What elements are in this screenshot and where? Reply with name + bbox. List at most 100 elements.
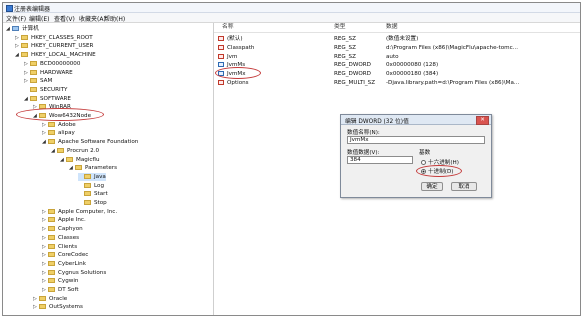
value-data-input[interactable]: 384 <box>347 156 413 164</box>
menu-help[interactable]: 帮助(H) <box>104 14 125 23</box>
tree-node[interactable]: ▷ Apple Inc. <box>42 216 86 224</box>
menu-favorites[interactable]: 收藏夹(A) <box>79 14 106 23</box>
tree-node[interactable]: ▷ CyberLink <box>42 260 86 268</box>
tree-node-label: HKEY_CLASSES_ROOT <box>31 34 93 41</box>
value-row-name[interactable]: Options <box>218 79 249 87</box>
value-row-name[interactable]: (默认) <box>218 35 243 43</box>
tree-node-label: Log <box>94 182 104 189</box>
tree-node[interactable]: ▷ HKEY_CLASSES_ROOT <box>15 34 93 42</box>
folder-icon <box>21 34 28 40</box>
binary-value-icon <box>218 62 224 68</box>
tree-node[interactable]: ◢ SOFTWARE <box>24 95 71 103</box>
folder-icon <box>48 252 55 258</box>
hex-radio-button[interactable] <box>421 160 426 165</box>
column-name-header[interactable]: 名称 <box>222 23 234 32</box>
close-icon[interactable]: ✕ <box>476 116 489 125</box>
tree-node-label: 计算机 <box>22 26 39 32</box>
column-type-header[interactable]: 类型 <box>334 23 346 32</box>
tree-node[interactable]: ◢ Apache Software Foundation <box>42 138 138 146</box>
folder-icon <box>75 165 82 171</box>
folder-icon <box>30 95 37 101</box>
tree-node[interactable]: ▷ Adobe <box>42 121 76 129</box>
menu-file[interactable]: 文件(F) <box>6 14 26 23</box>
tree-node[interactable]: ▷ Oracle <box>33 295 67 303</box>
menu-view[interactable]: 查看(V) <box>54 14 75 23</box>
value-type: REG_DWORD <box>334 62 371 69</box>
value-data: 0x00000080 (128) <box>386 62 439 69</box>
tree-node[interactable]: Start <box>78 190 108 198</box>
tree-node[interactable]: ◢ 计算机 <box>6 25 39 33</box>
tree-node-label: Oracle <box>49 295 68 302</box>
tree-node[interactable]: ▷ Apple Computer, Inc. <box>42 208 117 216</box>
value-type: REG_SZ <box>334 53 356 60</box>
tree-node[interactable]: ▷ BCD00000000 <box>24 60 80 68</box>
tree-node[interactable]: ▷ HARDWARE <box>24 69 73 77</box>
cancel-button[interactable]: 取消 <box>451 182 477 191</box>
registry-tree[interactable]: ◢ 计算机 ▷ HKEY_CLASSES_ROOT ▷ HKEY_CURRENT_USER… <box>3 23 214 315</box>
tree-node[interactable]: Java <box>78 172 106 181</box>
tree-node[interactable]: ◢ HKEY_LOCAL_MACHINE <box>15 51 96 59</box>
value-name: Options <box>227 80 249 86</box>
tree-node[interactable]: ◢ Procrun 2.0 <box>51 147 99 155</box>
folder-icon <box>48 243 55 249</box>
tree-node[interactable]: ▷ SAM <box>24 77 52 85</box>
tree-node-label: Adobe <box>58 121 76 128</box>
folder-icon <box>48 121 55 127</box>
folder-icon <box>30 86 37 92</box>
value-type: REG_SZ <box>334 36 356 42</box>
value-name: (默认) <box>227 36 243 42</box>
regedit-window: 注册表编辑器 文件(F) 编辑(E) 查看(V) 收藏夹(A) 帮助(H) ◢ 计… <box>2 2 581 316</box>
tree-node[interactable]: SECURITY <box>24 86 67 94</box>
value-data-label: 数值数据(V): <box>347 150 380 156</box>
tree-node[interactable]: ▷ Caphyon <box>42 225 83 233</box>
tree-node[interactable]: ◢ Parameters <box>69 164 117 172</box>
tree-node-label: HARDWARE <box>40 69 73 76</box>
value-data: d:\Program Files (x86)\MagicFlu\apache-t… <box>386 44 519 51</box>
tree-node[interactable]: ▷ Clients <box>42 243 77 251</box>
folder-icon <box>30 69 37 75</box>
ok-button[interactable]: 确定 <box>421 182 443 191</box>
dialog-title: 编辑 DWORD (32 位)值 <box>345 119 409 125</box>
header-divider <box>214 32 580 33</box>
folder-icon <box>84 182 91 188</box>
value-row-name[interactable]: Classpath <box>218 44 254 52</box>
folder-icon <box>48 130 55 136</box>
tree-node-label: OutSystems <box>49 304 83 311</box>
string-value-icon <box>218 80 224 85</box>
folder-icon <box>48 234 55 240</box>
tree-node[interactable]: Log <box>78 182 104 190</box>
tree-node-label: HKEY_CURRENT_USER <box>31 43 94 50</box>
tree-node[interactable]: ▷ OutSystems <box>33 303 83 311</box>
value-data: auto <box>386 53 399 60</box>
tree-node[interactable]: ▷ CoreCodec <box>42 251 88 259</box>
tree-node[interactable]: ▷ Cygwin <box>42 277 78 285</box>
edit-dword-dialog: 编辑 DWORD (32 位)值 ✕ 数值名称(N): JvmMx 数值数据(V… <box>340 114 492 198</box>
folder-icon <box>48 217 55 223</box>
tree-node[interactable]: ▷ DT Soft <box>42 286 79 294</box>
tree-node[interactable]: ▷ Cygnus Solutions <box>42 269 106 277</box>
value-data: -Djava.library.path=d:\Program Files (x8… <box>386 80 520 86</box>
folder-icon <box>21 43 28 49</box>
value-name: Classpath <box>227 44 255 51</box>
tree-node-label: Classes <box>58 234 80 241</box>
tree-node-label: Apache Software Foundation <box>58 139 139 146</box>
window-title: 注册表编辑器 <box>14 6 51 13</box>
folder-icon <box>21 52 28 58</box>
tree-node-label: Procrun 2.0 <box>67 147 100 154</box>
tree-node-label: Stop <box>94 200 107 206</box>
menu-edit[interactable]: 编辑(E) <box>29 14 49 23</box>
tree-node-label: Parameters <box>85 165 118 172</box>
tree-node[interactable]: Stop <box>78 199 107 207</box>
column-data-header[interactable]: 数据 <box>386 23 398 32</box>
tree-node[interactable]: ▷ Classes <box>42 234 79 242</box>
tree-node-label: Caphyon <box>58 226 83 233</box>
value-data: (数值未设置) <box>386 36 419 42</box>
value-name-field: JvmMx <box>347 136 485 144</box>
computer-icon <box>12 26 19 31</box>
tree-node[interactable]: ◢ Magicflu <box>60 156 100 164</box>
tree-node[interactable]: ▷ HKEY_CURRENT_USER <box>15 42 93 50</box>
value-row-name[interactable]: Jvm <box>218 53 237 61</box>
tree-node[interactable]: ▷ alipay <box>42 129 75 137</box>
string-value-icon <box>218 36 224 41</box>
folder-icon <box>39 304 46 310</box>
